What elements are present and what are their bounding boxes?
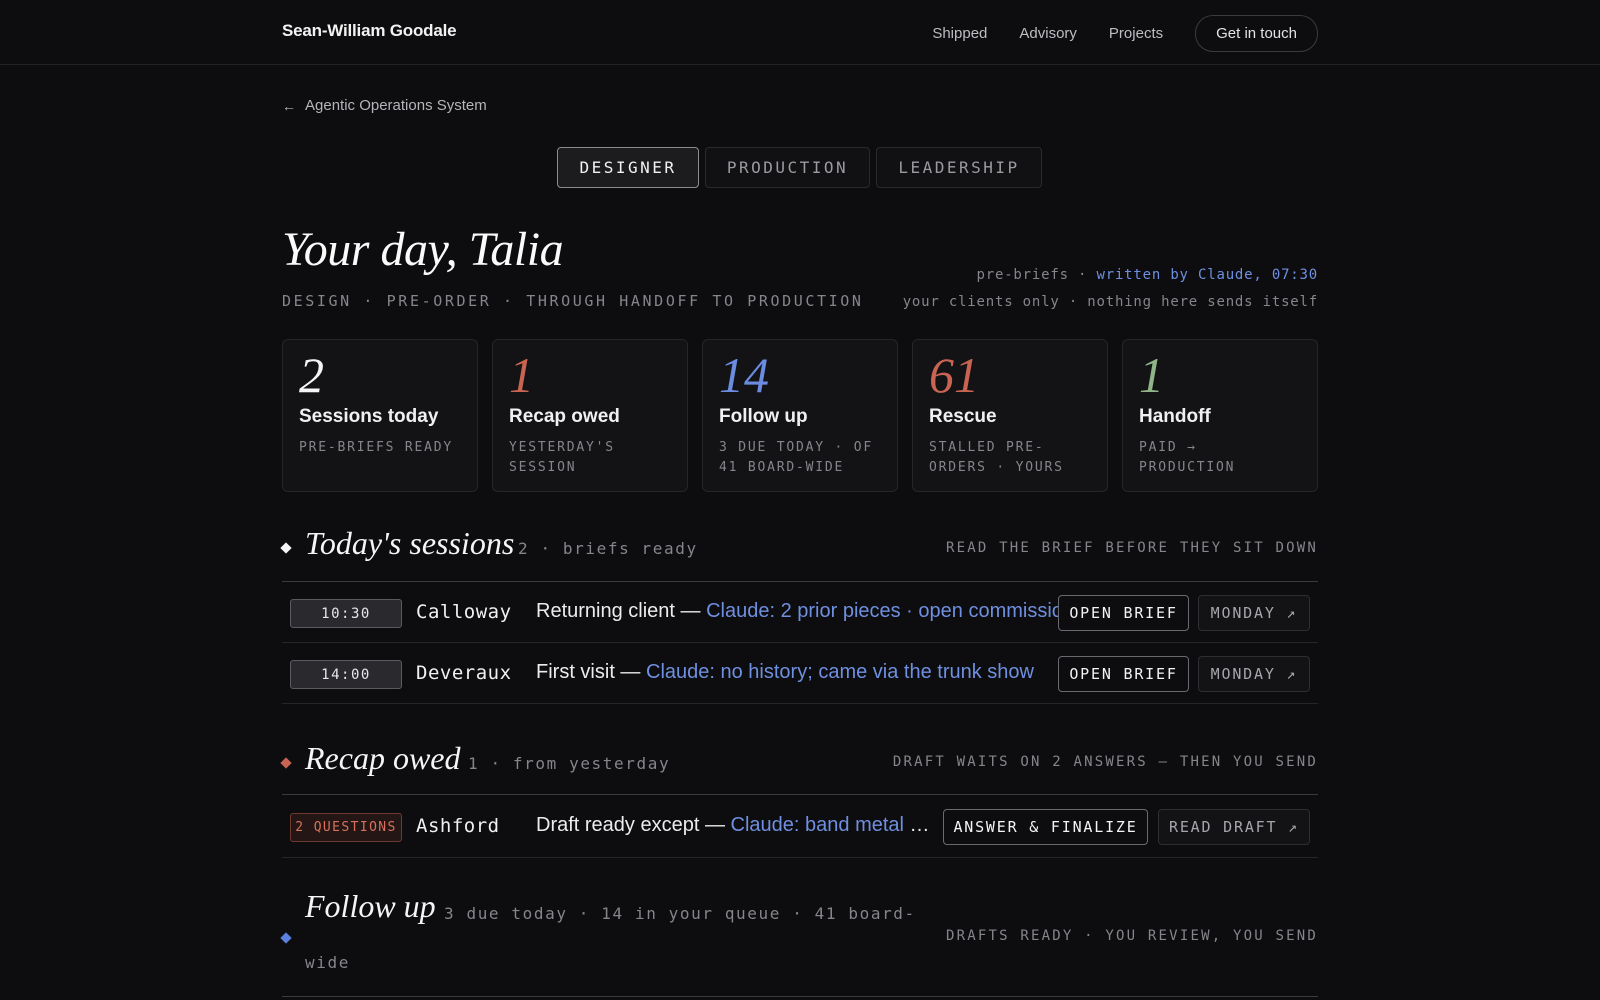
stat-cards: 2 Sessions today PRE-BRIEFS READY 1 Reca… [282,339,1318,492]
answer-finalize-button[interactable]: ANSWER & FINALIZE [943,809,1148,845]
monday-link-button[interactable]: MONDAY ↗ [1198,656,1310,692]
brief-meta-line2: your clients only · nothing here sends i… [902,294,1318,310]
role-tabs: DESIGNER PRODUCTION LEADERSHIP [557,147,1048,188]
note-lead: Returning client — [536,600,707,622]
client-name: Calloway [416,601,512,623]
stat-desc: PAID → PRODUCTION [1139,440,1236,475]
section-hint: READ THE BRIEF BEFORE THEY SIT DOWN [945,540,1318,556]
stat-card-sessions[interactable]: 2 Sessions today PRE-BRIEFS READY [282,339,478,492]
section-title: Recap owed [305,740,461,776]
stat-label: Handoff [1139,406,1211,427]
section-divider [282,996,1318,997]
session-time: 10:30 [290,599,402,628]
stat-desc: PRE-BRIEFS READY [299,440,454,455]
nav-link-advisory[interactable]: Advisory [1019,16,1077,52]
main-nav: Shipped Advisory Projects Get in touch [900,15,1318,52]
stat-value: 14 [719,347,769,403]
section-follow-up: Follow up 3 due today · 14 in your queue… [280,883,1318,997]
read-draft-button[interactable]: READ DRAFT ↗ [1158,809,1310,845]
site-brand[interactable]: Sean-William Goodale [282,21,457,41]
section-hint: DRAFT WAITS ON 2 ANSWERS — THEN YOU SEND [892,754,1318,770]
session-row: 10:30 Calloway Returning client — Claude… [282,582,1318,643]
stat-label: Recap owed [509,406,620,427]
section-count: 3 due today · 14 in your queue · 41 boar… [444,904,916,923]
page-title: Your day, Talia [282,223,564,276]
section-title: Today's sessions [305,525,515,561]
note-lead: First visit — [536,661,646,683]
questions-badge: 2 QUESTIONS [290,813,402,842]
section-diamond-icon [280,932,292,944]
tab-designer[interactable]: DESIGNER [557,147,699,188]
brief-meta-author: written by Claude, 07:30 [1096,267,1318,283]
stat-label: Sessions today [299,406,439,427]
get-in-touch-button[interactable]: Get in touch [1195,15,1318,52]
tab-production[interactable]: PRODUCTION [705,147,870,188]
client-name: Ashford [416,815,500,837]
section-diamond-icon [280,757,292,769]
open-brief-button[interactable]: OPEN BRIEF [1058,595,1189,631]
monday-link-button[interactable]: MONDAY ↗ [1198,595,1310,631]
nav-link-projects[interactable]: Projects [1109,16,1163,52]
stat-card-follow-up[interactable]: 14 Follow up 3 DUE TODAY · OF 41 BOARD-W… [702,339,898,492]
stat-value: 61 [929,347,979,403]
note-lead: Draft ready except — [536,814,731,836]
section-title: Follow up [305,888,436,924]
stat-label: Follow up [719,406,808,427]
stat-card-recap[interactable]: 1 Recap owed YESTERDAY'S SESSION [492,339,688,492]
brief-meta-prefix: pre-briefs · [976,267,1097,283]
open-brief-button[interactable]: OPEN BRIEF [1058,656,1189,692]
stat-value: 1 [1139,347,1164,403]
section-todays-sessions: Today's sessions 2 · briefs ready READ T… [280,518,1318,704]
session-row: 14:00 Deveraux First visit — Claude: no … [282,643,1318,704]
stat-desc: STALLED PRE-ORDERS · YOURS [929,440,1064,475]
section-recap-owed: Recap owed 1 · from yesterday DRAFT WAIT… [280,733,1318,858]
stat-value: 1 [509,347,534,403]
tab-leadership[interactable]: LEADERSHIP [876,147,1042,188]
recap-note: Draft ready except — Claude: band metal … [536,814,936,837]
claude-summary: Claude: no history; came via the trunk s… [646,661,1034,683]
nav-link-shipped[interactable]: Shipped [932,16,987,52]
stat-desc: 3 DUE TODAY · OF 41 BOARD-WIDE [719,440,874,475]
section-hint: DRAFTS READY · YOU REVIEW, YOU SEND [945,928,1318,944]
stat-desc: YESTERDAY'S SESSION [509,440,615,475]
section-diamond-icon [280,542,292,554]
page-subtitle: DESIGN · PRE-ORDER · THROUGH HANDOFF TO … [282,292,864,310]
stat-card-handoff[interactable]: 1 Handoff PAID → PRODUCTION [1122,339,1318,492]
arrow-left-icon: ← [282,97,296,114]
top-nav-bar: Sean-William Goodale Shipped Advisory Pr… [0,0,1600,65]
stat-value: 2 [299,347,324,403]
brief-meta: pre-briefs · written by Claude, 07:30 yo… [903,262,1318,316]
recap-row: 2 QUESTIONS Ashford Draft ready except —… [282,795,1318,858]
client-name: Deveraux [416,662,512,684]
stat-label: Rescue [929,406,997,427]
brief-meta-line1: pre-briefs · written by Claude, 07:30 [903,262,1318,289]
session-time: 14:00 [290,660,402,689]
back-link[interactable]: ← Agentic Operations System [282,97,487,114]
stat-card-rescue[interactable]: 61 Rescue STALLED PRE-ORDERS · YOURS [912,339,1108,492]
section-count: 2 · briefs ready [518,539,698,558]
back-link-label: Agentic Operations System [305,97,487,114]
section-count: 1 · from yesterday [468,754,671,773]
section-count-wrap: wide [305,953,350,972]
claude-summary: Claude: band metal and stone setting [730,814,936,836]
